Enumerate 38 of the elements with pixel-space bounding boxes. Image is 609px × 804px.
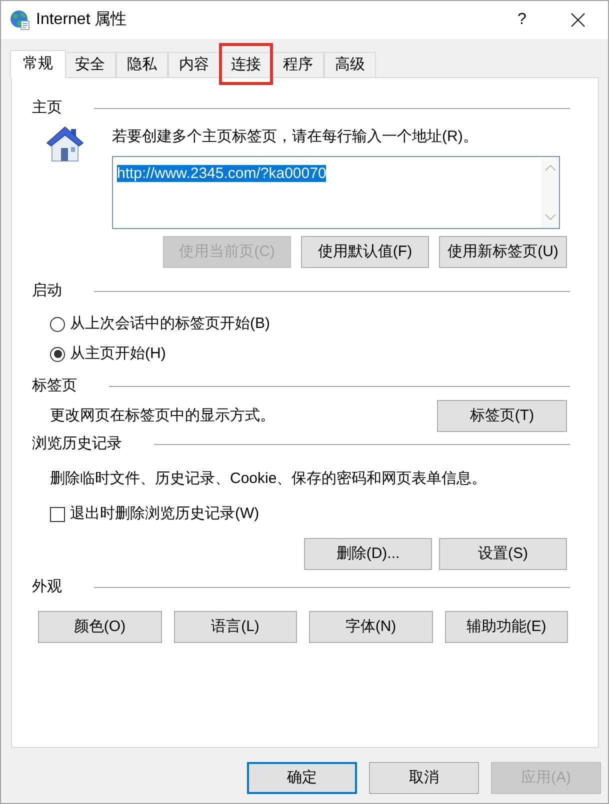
section-heading: 外观 bbox=[32, 578, 62, 596]
globe-icon bbox=[10, 10, 30, 30]
radio-button[interactable] bbox=[50, 346, 65, 362]
tab[interactable]: 内容 bbox=[168, 52, 220, 77]
cancel-button[interactable]: 取消 bbox=[369, 762, 479, 794]
help-button[interactable]: ? bbox=[499, 1, 545, 39]
radio-label[interactable]: 从上次会话中的标签页开始(B) bbox=[70, 312, 270, 336]
description-text: 删除临时文件、历史记录、Cookie、保存的密码和网页表单信息。 bbox=[49, 470, 488, 488]
radio-label[interactable]: 从主页开始(H) bbox=[70, 342, 166, 366]
checkbox[interactable] bbox=[50, 506, 65, 522]
address-text: http://www.2345.com/?ka00070 bbox=[117, 165, 326, 182]
languages-button[interactable]: 语言(L) bbox=[174, 611, 297, 643]
accessibility-button[interactable]: 辅助功能(E) bbox=[444, 611, 568, 643]
close-icon bbox=[571, 13, 585, 27]
use-new-tab-button[interactable]: 使用新标签页(U) bbox=[439, 236, 567, 268]
section-heading: 标签页 bbox=[32, 377, 77, 395]
tabs-button[interactable]: 标签页(T) bbox=[437, 400, 567, 432]
window-title: Internet 属性 bbox=[36, 10, 127, 30]
house-icon bbox=[46, 126, 84, 162]
checkbox-label[interactable]: 退出时删除浏览历史记录(W) bbox=[70, 502, 260, 526]
instruction-text: 若要创建多个主页标签页，请在每行输入一个地址(R)。 bbox=[112, 128, 479, 146]
tab[interactable]: 安全 bbox=[64, 52, 116, 77]
ok-button[interactable]: 确定 bbox=[247, 762, 357, 794]
address-field[interactable]: http://www.2345.com/?ka00070 bbox=[112, 156, 560, 229]
delete-button[interactable]: 删除(D)... bbox=[304, 538, 432, 570]
section-heading: 浏览历史记录 bbox=[32, 435, 122, 453]
fonts-button[interactable]: 字体(N) bbox=[309, 611, 432, 643]
settings-button[interactable]: 设置(S) bbox=[439, 538, 567, 570]
tab[interactable]: 常规 bbox=[10, 50, 66, 78]
section-heading: 启动 bbox=[32, 282, 62, 300]
use-default-button[interactable]: 使用默认值(F) bbox=[301, 236, 429, 268]
colors-button[interactable]: 颜色(O) bbox=[38, 611, 162, 643]
tab[interactable]: 隐私 bbox=[116, 52, 168, 77]
tab[interactable]: 程序 bbox=[272, 52, 324, 77]
section-heading: 主页 bbox=[32, 99, 62, 117]
description-text: 更改网页在标签页中的显示方式。 bbox=[50, 406, 276, 426]
tab[interactable]: 高级 bbox=[324, 52, 376, 77]
radio-button[interactable] bbox=[50, 316, 65, 332]
